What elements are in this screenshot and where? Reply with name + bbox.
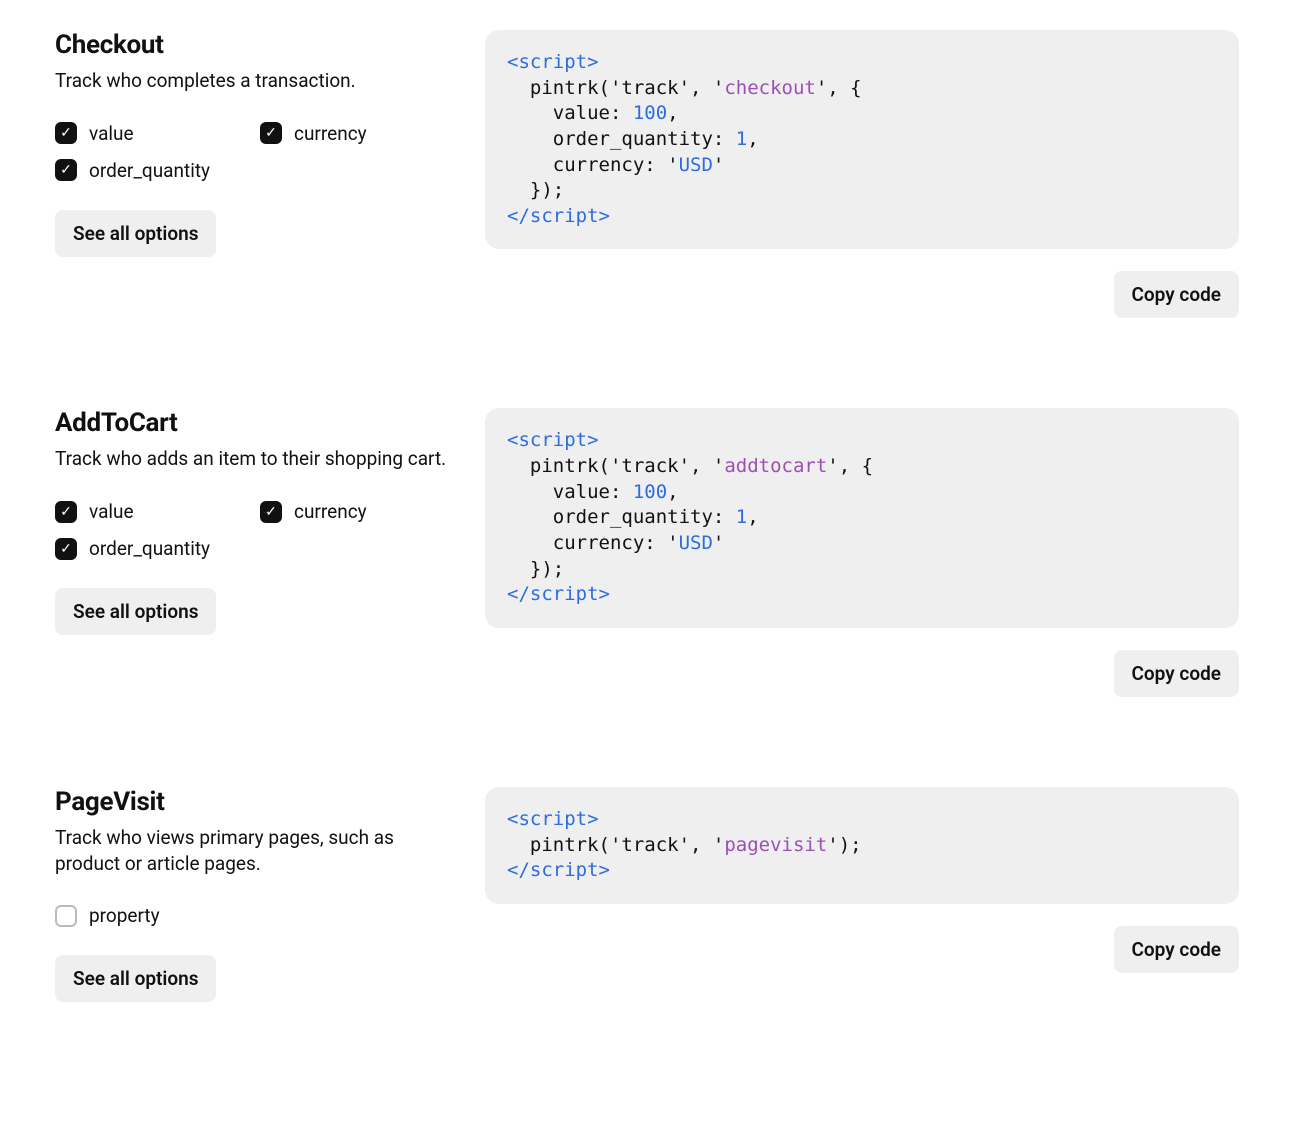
code-text: ' — [713, 532, 724, 554]
code-text: pintrk('track', ' — [507, 455, 724, 477]
options-grid: ✓ value ✓ currency ✓ order_quantity — [55, 122, 455, 182]
code-tag-open: <script> — [507, 429, 599, 451]
event-description: Track who completes a transaction. — [55, 68, 455, 94]
checkbox-currency[interactable]: ✓ — [260, 501, 282, 523]
code-value: USD — [679, 532, 713, 554]
code-text: order_quantity: — [507, 128, 736, 150]
copy-code-button[interactable]: Copy code — [1114, 650, 1240, 697]
option-currency: ✓ currency — [260, 500, 455, 523]
code-tag-close: </script> — [507, 583, 610, 605]
code-text: , — [747, 128, 758, 150]
event-description: Track who views primary pages, such as p… — [55, 825, 455, 876]
code-text: '); — [827, 834, 861, 856]
checkbox-order_quantity[interactable]: ✓ — [55, 159, 77, 181]
code-tag-open: <script> — [507, 808, 599, 830]
see-all-options-button[interactable]: See all options — [55, 588, 216, 635]
option-label: currency — [294, 122, 367, 145]
code-text: value: — [507, 481, 633, 503]
code-block: <script> pintrk('track', 'pagevisit'); </… — [485, 787, 1239, 904]
copy-code-button[interactable]: Copy code — [1114, 926, 1240, 973]
code-text: }); — [507, 179, 564, 201]
event-right-col: <script> pintrk('track', 'checkout', { v… — [485, 30, 1239, 318]
code-text: }); — [507, 558, 564, 580]
code-value: 100 — [633, 481, 667, 503]
code-event-name: addtocart — [724, 455, 827, 477]
code-tag-open: <script> — [507, 51, 599, 73]
code-event-name: checkout — [724, 77, 816, 99]
event-left-col: AddToCart Track who adds an item to their… — [55, 408, 455, 696]
code-block: <script> pintrk('track', 'checkout', { v… — [485, 30, 1239, 249]
code-tag-close: </script> — [507, 205, 610, 227]
see-all-options-button[interactable]: See all options — [55, 210, 216, 257]
option-value: ✓ value — [55, 122, 250, 145]
code-text: pintrk('track', ' — [507, 77, 724, 99]
option-label: order_quantity — [89, 537, 210, 560]
copy-code-button[interactable]: Copy code — [1114, 271, 1240, 318]
option-currency: ✓ currency — [260, 122, 455, 145]
event-right-col: <script> pintrk('track', 'addtocart', { … — [485, 408, 1239, 696]
code-value: USD — [679, 154, 713, 176]
checkbox-property[interactable]: ✓ — [55, 905, 77, 927]
checkbox-currency[interactable]: ✓ — [260, 122, 282, 144]
option-label: value — [89, 500, 134, 523]
event-pagevisit: PageVisit Track who views primary pages, … — [55, 787, 1239, 1002]
code-text: pintrk('track', ' — [507, 834, 724, 856]
checkbox-value[interactable]: ✓ — [55, 122, 77, 144]
code-text: currency: ' — [507, 154, 679, 176]
event-right-col: <script> pintrk('track', 'pagevisit'); </… — [485, 787, 1239, 1002]
option-label: order_quantity — [89, 159, 210, 182]
code-text: ' — [713, 154, 724, 176]
code-text: order_quantity: — [507, 506, 736, 528]
see-all-options-button[interactable]: See all options — [55, 955, 216, 1002]
option-property: ✓ property — [55, 904, 250, 927]
code-text: currency: ' — [507, 532, 679, 554]
code-value: 100 — [633, 102, 667, 124]
code-text: , — [667, 102, 678, 124]
option-label: property — [89, 904, 160, 927]
event-left-col: PageVisit Track who views primary pages, … — [55, 787, 455, 1002]
option-order_quantity: ✓ order_quantity — [55, 537, 250, 560]
event-checkout: Checkout Track who completes a transactio… — [55, 30, 1239, 318]
code-event-name: pagevisit — [724, 834, 827, 856]
event-left-col: Checkout Track who completes a transactio… — [55, 30, 455, 318]
option-label: value — [89, 122, 134, 145]
code-value: 1 — [736, 506, 747, 528]
event-title: AddToCart — [55, 408, 455, 438]
code-text: value: — [507, 102, 633, 124]
code-text: , — [747, 506, 758, 528]
event-title: Checkout — [55, 30, 455, 60]
checkbox-value[interactable]: ✓ — [55, 501, 77, 523]
code-text: ', { — [816, 77, 862, 99]
code-text: ', { — [827, 455, 873, 477]
code-tag-close: </script> — [507, 859, 610, 881]
option-value: ✓ value — [55, 500, 250, 523]
code-value: 1 — [736, 128, 747, 150]
code-block: <script> pintrk('track', 'addtocart', { … — [485, 408, 1239, 627]
code-text: , — [667, 481, 678, 503]
checkbox-order_quantity[interactable]: ✓ — [55, 538, 77, 560]
event-description: Track who adds an item to their shopping… — [55, 446, 455, 472]
event-addtocart: AddToCart Track who adds an item to their… — [55, 408, 1239, 696]
option-order_quantity: ✓ order_quantity — [55, 159, 250, 182]
options-grid: ✓ property — [55, 904, 455, 927]
event-title: PageVisit — [55, 787, 455, 817]
option-label: currency — [294, 500, 367, 523]
options-grid: ✓ value ✓ currency ✓ order_quantity — [55, 500, 455, 560]
